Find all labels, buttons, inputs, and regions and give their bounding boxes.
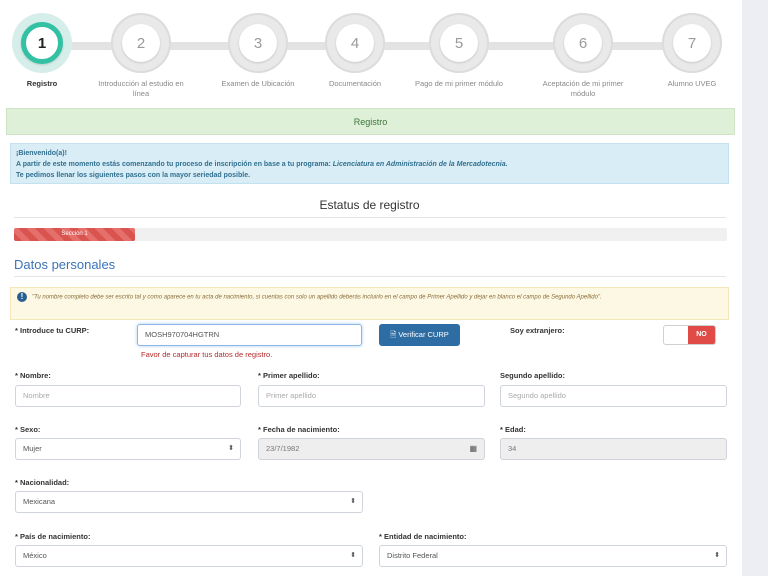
registration-page: 1 2 3 4 5 6 7 Registro Introducción al e… [0, 0, 742, 576]
foreign-label: Soy extranjero: [510, 326, 565, 335]
curp-label: * Introduce tu CURP: [15, 326, 90, 335]
step-4-label: Documentación [328, 79, 382, 88]
info-icon: ! [17, 292, 27, 302]
select-arrows-icon: ⬍ [714, 552, 720, 559]
fecha-value: 23/7/1982 [266, 444, 300, 453]
step-5-number: 5 [440, 24, 478, 62]
step-1[interactable]: 1 [12, 13, 72, 73]
entidad-value: Distrito Federal [387, 551, 438, 560]
registration-progress-bar: Sección 1 [14, 228, 727, 241]
pais-select[interactable]: México ⬍ [15, 545, 363, 567]
edad-label: * Edad: [500, 425, 526, 434]
name-warning-alert: ! "Tu nombre completo debe ser escrito ta… [10, 287, 729, 320]
step-6-label: Aceptación de mi primer módulo [542, 79, 624, 98]
verify-curp-label: Verificar CURP [398, 330, 449, 339]
step-7-number: 7 [673, 24, 711, 62]
fecha-label: * Fecha de nacimiento: [258, 425, 340, 434]
curp-input[interactable]: MOSH970704HGTRN [137, 324, 362, 346]
fecha-input[interactable]: 23/7/1982 ▦ [258, 438, 485, 460]
warning-text: "Tu nombre completo debe ser escrito tal… [32, 294, 602, 301]
progress-stepper: 1 2 3 4 5 6 7 Registro Introducción al e… [0, 0, 742, 106]
divider [14, 276, 726, 277]
primer-apellido-input[interactable]: Primer apellido [258, 385, 485, 407]
step-7[interactable]: 7 [662, 13, 722, 73]
document-icon: 🗎 [390, 330, 397, 339]
step-2[interactable]: 2 [111, 13, 171, 73]
step-6-number: 6 [564, 24, 602, 62]
step-3-label: Examen de Ubicación [221, 79, 295, 88]
segundo-apellido-input[interactable]: Segundo apellido [500, 385, 727, 407]
select-arrows-icon: ⬍ [350, 552, 356, 559]
step-6[interactable]: 6 [553, 13, 613, 73]
nacionalidad-label: * Nacionalidad: [15, 478, 70, 487]
welcome-alert: ¡Bienvenido(a)! A partir de este momento… [10, 143, 729, 184]
step-1-number: 1 [21, 22, 63, 64]
program-name: Licenciatura en Administración de la Mer… [332, 161, 508, 168]
entidad-select[interactable]: Distrito Federal ⬍ [379, 545, 727, 567]
pais-value: México [23, 551, 47, 560]
panel-title: Registro [6, 108, 735, 135]
sexo-label: * Sexo: [15, 425, 41, 434]
edad-input: 34 [500, 438, 727, 460]
step-7-label: Alumno UVEG [667, 79, 717, 88]
step-5-label: Pago de mi primer módulo [415, 79, 503, 88]
progress-fill: Sección 1 [14, 228, 136, 241]
select-arrows-icon: ⬍ [228, 445, 234, 452]
toggle-no-state: NO [688, 326, 715, 344]
verify-curp-button[interactable]: 🗎 Verificar CURP [379, 324, 460, 346]
instructions-text: Te pedimos llenar los siguientes pasos c… [16, 172, 251, 179]
pais-label: * País de nacimiento: [15, 532, 91, 541]
entidad-label: * Entidad de nacimiento: [379, 532, 467, 541]
step-5[interactable]: 5 [429, 13, 489, 73]
step-3-number: 3 [239, 24, 277, 62]
segundo-apellido-label: Segundo apellido: [500, 371, 565, 380]
program-text: A partir de este momento estás comenzand… [16, 161, 508, 168]
divider [14, 217, 726, 218]
welcome-text: ¡Bienvenido(a)! [16, 150, 67, 157]
step-4[interactable]: 4 [325, 13, 385, 73]
nacionalidad-value: Mexicana [23, 497, 56, 506]
primer-apellido-label: * Primer apellido: [258, 371, 320, 380]
section-title: Datos personales [14, 257, 116, 272]
status-title: Estatus de registro [319, 198, 420, 212]
step-2-label: Introducción al estudio en línea [98, 79, 184, 98]
step-4-number: 4 [336, 24, 374, 62]
step-3[interactable]: 3 [228, 13, 288, 73]
calendar-icon[interactable]: ▦ [469, 439, 477, 459]
step-2-number: 2 [122, 24, 160, 62]
nombre-input[interactable]: Nombre [15, 385, 241, 407]
sexo-select[interactable]: Mujer ⬍ [15, 438, 241, 460]
curp-error-message: Favor de capturar tus datos de registro. [141, 350, 273, 359]
step-1-label: Registro [26, 79, 58, 88]
nacionalidad-select[interactable]: Mexicana ⬍ [15, 491, 363, 513]
foreign-toggle[interactable]: NO [663, 325, 716, 345]
select-arrows-icon: ⬍ [350, 498, 356, 505]
nombre-label: * Nombre: [15, 371, 51, 380]
sexo-value: Mujer [23, 444, 42, 453]
